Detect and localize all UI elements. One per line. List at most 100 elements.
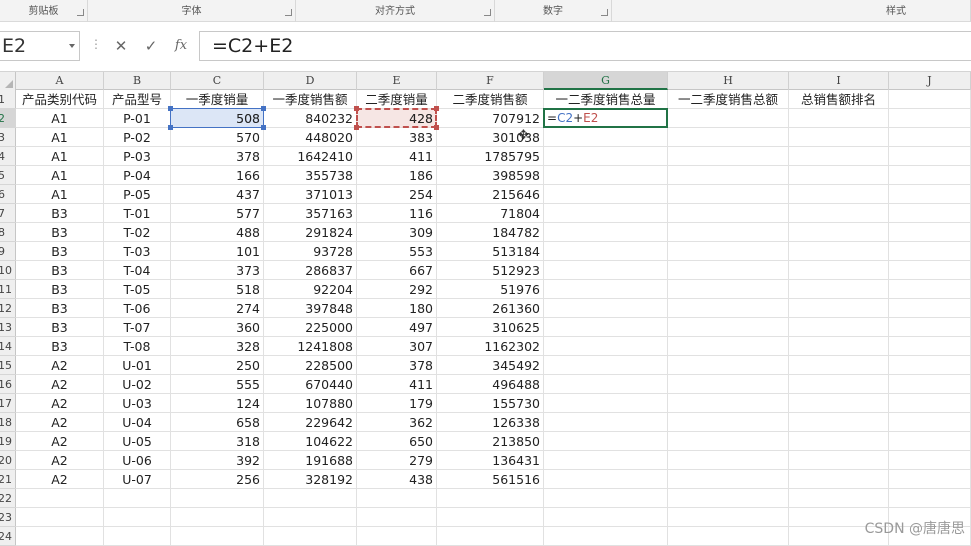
cell-c21[interactable]: 256 xyxy=(171,470,264,489)
cell-b24[interactable] xyxy=(104,527,171,546)
cell-i18[interactable] xyxy=(789,413,889,432)
cell-c4[interactable]: 378 xyxy=(171,147,264,166)
row-header-23[interactable]: 23 xyxy=(0,508,16,527)
cell-e14[interactable]: 307 xyxy=(357,337,437,356)
cell-b4[interactable]: P-03 xyxy=(104,147,171,166)
cell-e10[interactable]: 667 xyxy=(357,261,437,280)
column-header-c[interactable]: C xyxy=(171,72,264,90)
cell-c11[interactable]: 518 xyxy=(171,280,264,299)
row-header-16[interactable]: 16 xyxy=(0,375,16,394)
cell-a15[interactable]: A2 xyxy=(16,356,104,375)
row-header-19[interactable]: 19 xyxy=(0,432,16,451)
cell-b18[interactable]: U-04 xyxy=(104,413,171,432)
cell-a14[interactable]: B3 xyxy=(16,337,104,356)
cell-d2[interactable]: 840232 xyxy=(264,109,357,128)
cell-f2[interactable]: 707912 xyxy=(437,109,544,128)
cell-e6[interactable]: 254 xyxy=(357,185,437,204)
cell-h16[interactable] xyxy=(668,375,789,394)
cell-f22[interactable] xyxy=(437,489,544,508)
cell-e11[interactable]: 292 xyxy=(357,280,437,299)
cell-b6[interactable]: P-05 xyxy=(104,185,171,204)
cell-c9[interactable]: 101 xyxy=(171,242,264,261)
cell-i14[interactable] xyxy=(789,337,889,356)
cell-d23[interactable] xyxy=(264,508,357,527)
cell-j11[interactable] xyxy=(889,280,971,299)
cell-j22[interactable] xyxy=(889,489,971,508)
cell-f23[interactable] xyxy=(437,508,544,527)
cell-b1[interactable]: 产品型号 xyxy=(104,90,171,109)
column-header-a[interactable]: A xyxy=(16,72,104,90)
row-header-18[interactable]: 18 xyxy=(0,413,16,432)
column-header-i[interactable]: I xyxy=(789,72,889,90)
cell-h19[interactable] xyxy=(668,432,789,451)
cell-h4[interactable] xyxy=(668,147,789,166)
column-header-g[interactable]: G xyxy=(544,72,668,90)
cell-b22[interactable] xyxy=(104,489,171,508)
cancel-icon[interactable]: ✕ xyxy=(108,32,134,60)
cell-e7[interactable]: 116 xyxy=(357,204,437,223)
row-header-7[interactable]: 7 xyxy=(0,204,16,223)
cell-e4[interactable]: 411 xyxy=(357,147,437,166)
cell-c14[interactable]: 328 xyxy=(171,337,264,356)
cell-g15[interactable] xyxy=(544,356,668,375)
cell-j9[interactable] xyxy=(889,242,971,261)
cell-d6[interactable]: 371013 xyxy=(264,185,357,204)
cell-b16[interactable]: U-02 xyxy=(104,375,171,394)
cell-f15[interactable]: 345492 xyxy=(437,356,544,375)
cell-h20[interactable] xyxy=(668,451,789,470)
cell-d5[interactable]: 355738 xyxy=(264,166,357,185)
cell-c19[interactable]: 318 xyxy=(171,432,264,451)
cell-j13[interactable] xyxy=(889,318,971,337)
cell-g18[interactable] xyxy=(544,413,668,432)
cell-g11[interactable] xyxy=(544,280,668,299)
cell-f8[interactable]: 184782 xyxy=(437,223,544,242)
cell-j4[interactable] xyxy=(889,147,971,166)
dialog-launcher-icon[interactable] xyxy=(601,9,608,16)
cell-d16[interactable]: 670440 xyxy=(264,375,357,394)
cell-i12[interactable] xyxy=(789,299,889,318)
active-cell-g2[interactable]: =C2+E2 xyxy=(543,108,668,128)
cell-a1[interactable]: 产品类别代码 xyxy=(16,90,104,109)
cell-i9[interactable] xyxy=(789,242,889,261)
cell-f14[interactable]: 1162302 xyxy=(437,337,544,356)
cell-g8[interactable] xyxy=(544,223,668,242)
row-header-21[interactable]: 21 xyxy=(0,470,16,489)
row-header-5[interactable]: 5 xyxy=(0,166,16,185)
cell-d3[interactable]: 448020 xyxy=(264,128,357,147)
cell-h14[interactable] xyxy=(668,337,789,356)
cell-d15[interactable]: 228500 xyxy=(264,356,357,375)
row-header-4[interactable]: 4 xyxy=(0,147,16,166)
cell-i20[interactable] xyxy=(789,451,889,470)
cell-h1[interactable]: 一二季度销售总额 xyxy=(668,90,789,109)
cell-h9[interactable] xyxy=(668,242,789,261)
cell-h18[interactable] xyxy=(668,413,789,432)
column-header-d[interactable]: D xyxy=(264,72,357,90)
cell-h11[interactable] xyxy=(668,280,789,299)
cell-h21[interactable] xyxy=(668,470,789,489)
cell-e1[interactable]: 二季度销量 xyxy=(357,90,437,109)
cell-f5[interactable]: 398598 xyxy=(437,166,544,185)
cell-a4[interactable]: A1 xyxy=(16,147,104,166)
cell-f17[interactable]: 155730 xyxy=(437,394,544,413)
cell-d8[interactable]: 291824 xyxy=(264,223,357,242)
cell-e22[interactable] xyxy=(357,489,437,508)
row-header-11[interactable]: 11 xyxy=(0,280,16,299)
cell-j16[interactable] xyxy=(889,375,971,394)
column-header-e[interactable]: E xyxy=(357,72,437,90)
cell-b13[interactable]: T-07 xyxy=(104,318,171,337)
cell-a3[interactable]: A1 xyxy=(16,128,104,147)
cell-i22[interactable] xyxy=(789,489,889,508)
cell-i10[interactable] xyxy=(789,261,889,280)
cell-e12[interactable]: 180 xyxy=(357,299,437,318)
cell-a13[interactable]: B3 xyxy=(16,318,104,337)
row-header-24[interactable]: 24 xyxy=(0,527,16,546)
cell-c12[interactable]: 274 xyxy=(171,299,264,318)
row-header-22[interactable]: 22 xyxy=(0,489,16,508)
cell-h8[interactable] xyxy=(668,223,789,242)
chevron-down-icon[interactable] xyxy=(69,44,75,48)
cell-c10[interactable]: 373 xyxy=(171,261,264,280)
cell-b3[interactable]: P-02 xyxy=(104,128,171,147)
row-header-8[interactable]: 8 xyxy=(0,223,16,242)
cell-j17[interactable] xyxy=(889,394,971,413)
cell-c17[interactable]: 124 xyxy=(171,394,264,413)
